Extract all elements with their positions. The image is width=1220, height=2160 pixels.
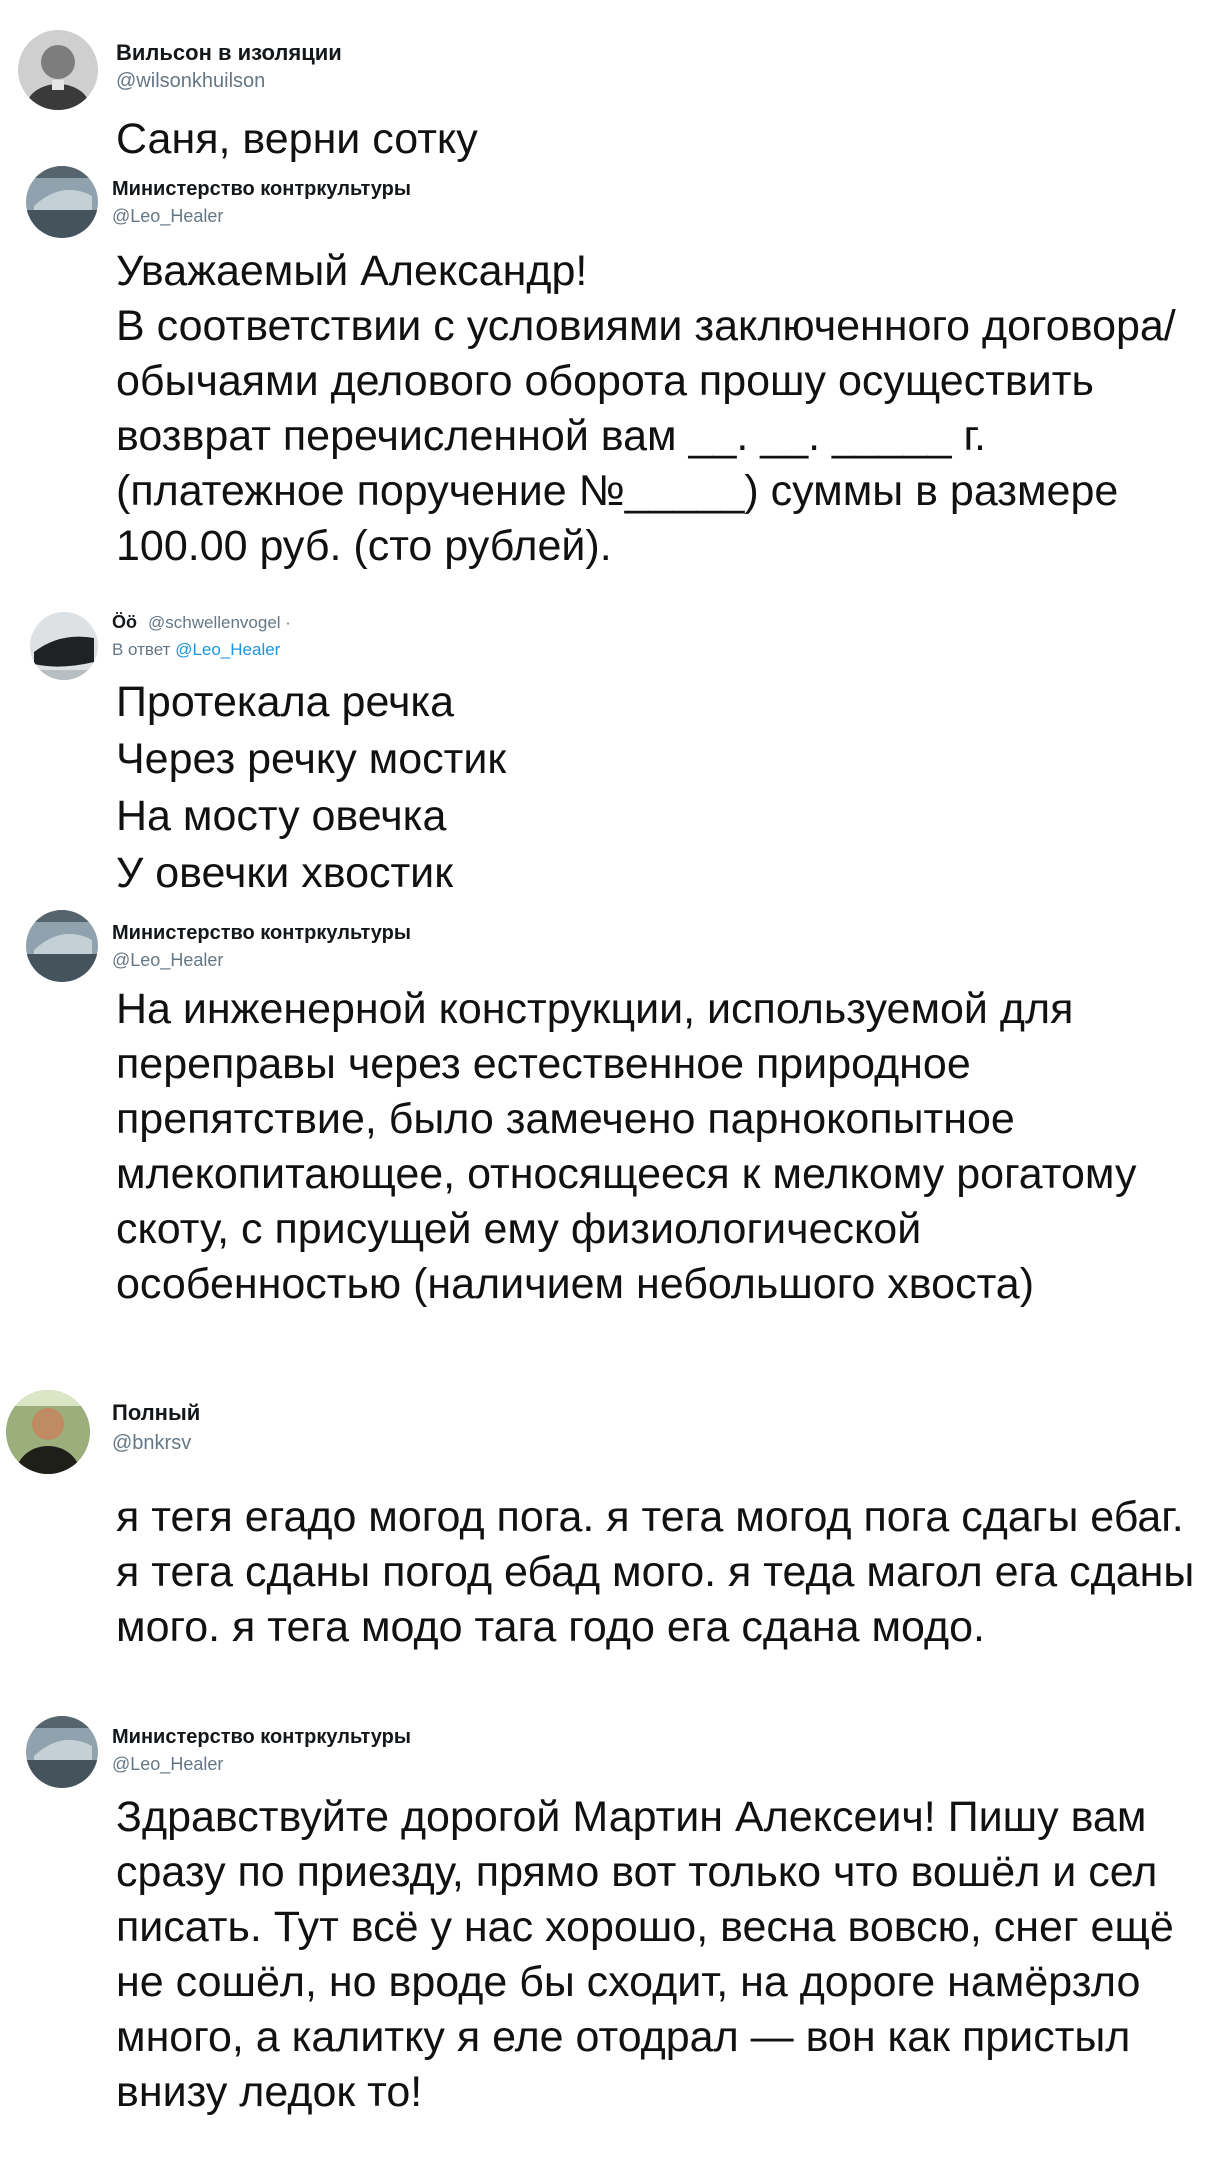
avatar[interactable] [18, 30, 98, 110]
tweet-text: На инженерной конструкции, используемой … [116, 985, 1137, 1308]
author-handle[interactable]: @schwellenvogel · [148, 613, 291, 632]
reply-mention-link[interactable]: @Leo_Healer [175, 640, 280, 659]
avatar[interactable] [6, 1390, 90, 1474]
author-handle[interactable]: @wilsonkhuilson [116, 70, 265, 93]
tweet-text: Протекала речка Через речку мостик На мо… [116, 678, 507, 897]
author-name[interactable]: Министерство контркультуры [112, 178, 411, 201]
tweet-text: Уважаемый Александр! В соответствии с ус… [116, 247, 1176, 570]
tweet-text: я тегя егадо могод пога. я тега могод по… [116, 1493, 1195, 1651]
author-handle[interactable]: @Leo_Healer [112, 1754, 223, 1775]
author-name[interactable]: Полный [112, 1400, 200, 1426]
tweet-text: Саня, верни сотку [116, 115, 478, 163]
avatar[interactable] [30, 612, 98, 680]
author-name[interactable]: Министерство контркультуры [112, 1726, 411, 1749]
avatar[interactable] [26, 1716, 98, 1788]
reply-prefix: В ответ [112, 640, 171, 659]
author-name[interactable]: Öö @schwellenvogel · [112, 612, 291, 633]
reply-info: В ответ @Leo_Healer [112, 640, 280, 660]
avatar[interactable] [26, 910, 98, 982]
avatar[interactable] [26, 166, 98, 238]
author-name[interactable]: Министерство контркультуры [112, 922, 411, 945]
author-handle[interactable]: @Leo_Healer [112, 950, 223, 971]
author-handle[interactable]: @bnkrsv [112, 1432, 191, 1455]
author-name[interactable]: Вильсон в изоляции [116, 40, 342, 66]
author-name-text[interactable]: Öö [112, 612, 137, 632]
author-handle[interactable]: @Leo_Healer [112, 206, 223, 227]
tweet-text: Здравствуйте дорогой Мартин Алексеич! Пи… [116, 1793, 1174, 2116]
